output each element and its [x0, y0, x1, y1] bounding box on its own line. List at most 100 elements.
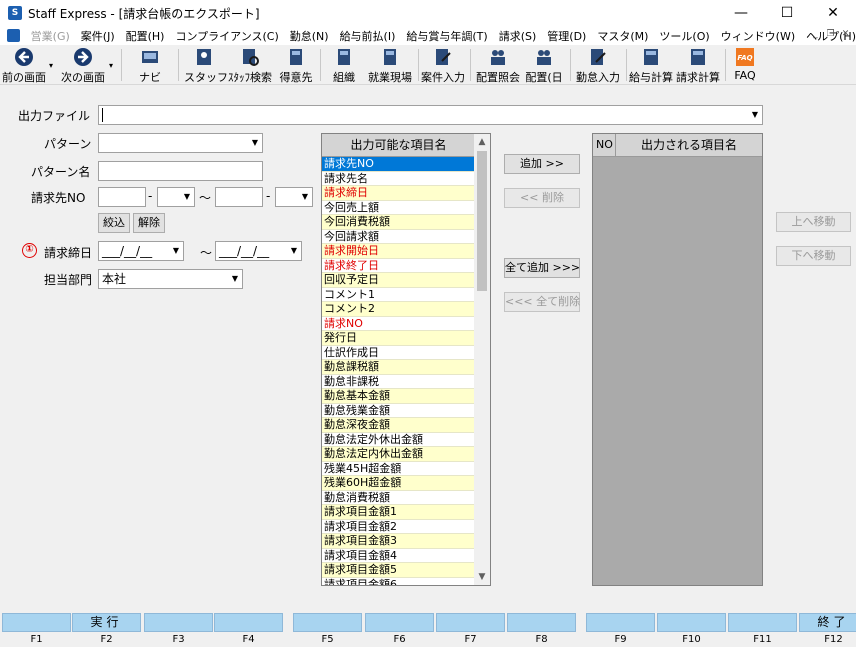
- menu-advance-pay[interactable]: 給与前払(I): [340, 28, 396, 44]
- move-up-button[interactable]: 上へ移動: [776, 212, 851, 232]
- list-item[interactable]: 勤怠課税額: [322, 360, 475, 375]
- next-dropdown-icon[interactable]: ▾: [109, 61, 113, 70]
- billing-no-from-input[interactable]: [98, 187, 146, 207]
- staff-search-button[interactable]: ｽﾀｯﾌ検索: [226, 47, 274, 84]
- add-all-button[interactable]: 全て追加 >>>: [504, 258, 580, 278]
- fkey-f7-button[interactable]: [436, 613, 505, 632]
- mdi-close-button[interactable]: ✕: [839, 28, 852, 41]
- prev-screen-button[interactable]: 前の画面: [2, 47, 46, 84]
- list-item[interactable]: 勤怠残業金額: [322, 404, 475, 418]
- list-item[interactable]: 仕訳作成日: [322, 346, 475, 360]
- list-item[interactable]: 今回売上額: [322, 201, 475, 215]
- menu-admin[interactable]: 管理(D): [547, 28, 586, 44]
- available-items-list[interactable]: 出力可能な項目名 請求先NO 請求先名 請求締日 今回売上額 今回消費税額 今回請求額 請求…: [321, 133, 491, 586]
- pattern-name-input[interactable]: [98, 161, 263, 181]
- list-item[interactable]: 請求先名: [322, 172, 475, 186]
- list-item[interactable]: 請求項目金額5: [322, 563, 475, 578]
- list-item[interactable]: 今回消費税額: [322, 215, 475, 230]
- list-item[interactable]: 今回請求額: [322, 230, 475, 244]
- list-item[interactable]: 請求終了日: [322, 259, 475, 273]
- menu-billing[interactable]: 請求(S): [499, 28, 537, 44]
- fkey-f3-button[interactable]: [144, 613, 213, 632]
- chevron-down-icon[interactable]: ▼: [248, 134, 262, 152]
- fkey-f2-button[interactable]: 実行: [72, 613, 141, 632]
- fkey-f4-button[interactable]: [214, 613, 283, 632]
- list-item[interactable]: 回収予定日: [322, 273, 475, 288]
- navi-button[interactable]: ナビ: [130, 47, 170, 84]
- fkey-f9-button[interactable]: [586, 613, 655, 632]
- fkey-f10-button[interactable]: [657, 613, 726, 632]
- list-item[interactable]: 残業45H超金額: [322, 462, 475, 476]
- assign-query-button[interactable]: 配置照会: [475, 47, 521, 84]
- list-item[interactable]: 残業60H超金額: [322, 476, 475, 491]
- staff-button[interactable]: スタッフ: [184, 47, 228, 84]
- remove-button[interactable]: << 削除: [504, 188, 580, 208]
- list-item[interactable]: 勤怠法定外休出金額: [322, 433, 475, 447]
- list-item[interactable]: 勤怠非課税: [322, 375, 475, 389]
- pattern-combo[interactable]: ▼: [98, 133, 263, 153]
- maximize-button[interactable]: ☐: [764, 0, 810, 26]
- mdi-minimize-button[interactable]: _: [809, 28, 822, 41]
- mdi-restore-button[interactable]: ❐: [824, 28, 837, 41]
- fkey-f12-button[interactable]: 終了: [799, 613, 856, 632]
- chevron-down-icon[interactable]: ▼: [287, 242, 301, 260]
- list-item[interactable]: 発行日: [322, 331, 475, 346]
- closing-date-to-picker[interactable]: ___/__/__ ▼: [215, 241, 302, 261]
- chevron-down-icon[interactable]: ▼: [298, 188, 312, 206]
- list-item[interactable]: 請求項目金額4: [322, 549, 475, 563]
- menu-sales[interactable]: 営業(G): [31, 28, 70, 44]
- remove-all-button[interactable]: <<< 全て削除: [504, 292, 580, 312]
- list-item[interactable]: 請求先NO: [322, 157, 475, 172]
- filter-button[interactable]: 絞込: [98, 213, 130, 233]
- list-item[interactable]: 勤怠消費税額: [322, 491, 475, 505]
- available-list-scrollbar[interactable]: ▲ ▼: [474, 134, 490, 585]
- menu-tools[interactable]: ツール(O): [659, 28, 709, 44]
- scroll-up-icon[interactable]: ▲: [474, 134, 490, 150]
- menu-master[interactable]: マスタ(M): [597, 28, 648, 44]
- menu-attendance[interactable]: 勤怠(N): [290, 28, 329, 44]
- assign-day-button[interactable]: 配置(日: [524, 47, 564, 84]
- list-item[interactable]: 勤怠法定内休出金額: [322, 447, 475, 462]
- chevron-down-icon[interactable]: ▼: [169, 242, 183, 260]
- output-items-grid[interactable]: NO 出力される項目名: [592, 133, 763, 586]
- list-item[interactable]: コメント2: [322, 302, 475, 317]
- billing-button[interactable]: 請求計算: [675, 47, 721, 84]
- chevron-down-icon[interactable]: ▼: [180, 188, 194, 206]
- payroll-button[interactable]: 給与計算: [628, 47, 674, 84]
- chevron-down-icon[interactable]: ▼: [228, 270, 242, 288]
- list-item[interactable]: 請求NO: [322, 317, 475, 331]
- faq-button[interactable]: FAQ FAQ: [729, 47, 761, 83]
- move-down-button[interactable]: 下へ移動: [776, 246, 851, 266]
- list-item[interactable]: 請求開始日: [322, 244, 475, 259]
- scroll-down-icon[interactable]: ▼: [474, 569, 490, 585]
- list-item[interactable]: 請求項目金額2: [322, 520, 475, 534]
- menu-window[interactable]: ウィンドウ(W): [721, 28, 795, 44]
- fkey-f6-button[interactable]: [365, 613, 434, 632]
- list-item[interactable]: 請求項目金額1: [322, 505, 475, 520]
- billing-no-from-sub-combo[interactable]: ▼: [157, 187, 195, 207]
- attendance-button[interactable]: 勤怠入力: [575, 47, 621, 84]
- client-button[interactable]: 得意先: [276, 47, 316, 84]
- list-item[interactable]: コメント1: [322, 288, 475, 302]
- list-item[interactable]: 請求締日: [322, 186, 475, 201]
- list-item[interactable]: 請求項目金額6: [322, 578, 475, 586]
- fkey-f8-button[interactable]: [507, 613, 576, 632]
- prev-dropdown-icon[interactable]: ▾: [49, 61, 53, 70]
- billing-no-to-sub-combo[interactable]: ▼: [275, 187, 313, 207]
- menu-compliance[interactable]: コンプライアンス(C): [175, 28, 278, 44]
- fkey-f5-button[interactable]: [293, 613, 362, 632]
- list-item[interactable]: 請求項目金額3: [322, 534, 475, 549]
- next-screen-button[interactable]: 次の画面: [60, 47, 106, 84]
- fkey-f1-button[interactable]: [2, 613, 71, 632]
- fkey-f11-button[interactable]: [728, 613, 797, 632]
- output-file-combo[interactable]: ▼: [98, 105, 763, 125]
- dept-combo[interactable]: 本社 ▼: [98, 269, 243, 289]
- menu-assign[interactable]: 配置(H): [126, 28, 165, 44]
- closing-date-from-picker[interactable]: ___/__/__ ▼: [98, 241, 184, 261]
- add-button[interactable]: 追加 >>: [504, 154, 580, 174]
- menu-case[interactable]: 案件(J): [81, 28, 115, 44]
- billing-no-to-input[interactable]: [215, 187, 263, 207]
- menu-payroll[interactable]: 給与賞与年調(T): [406, 28, 487, 44]
- organization-button[interactable]: 組織: [326, 47, 362, 84]
- minimize-button[interactable]: —: [718, 0, 764, 26]
